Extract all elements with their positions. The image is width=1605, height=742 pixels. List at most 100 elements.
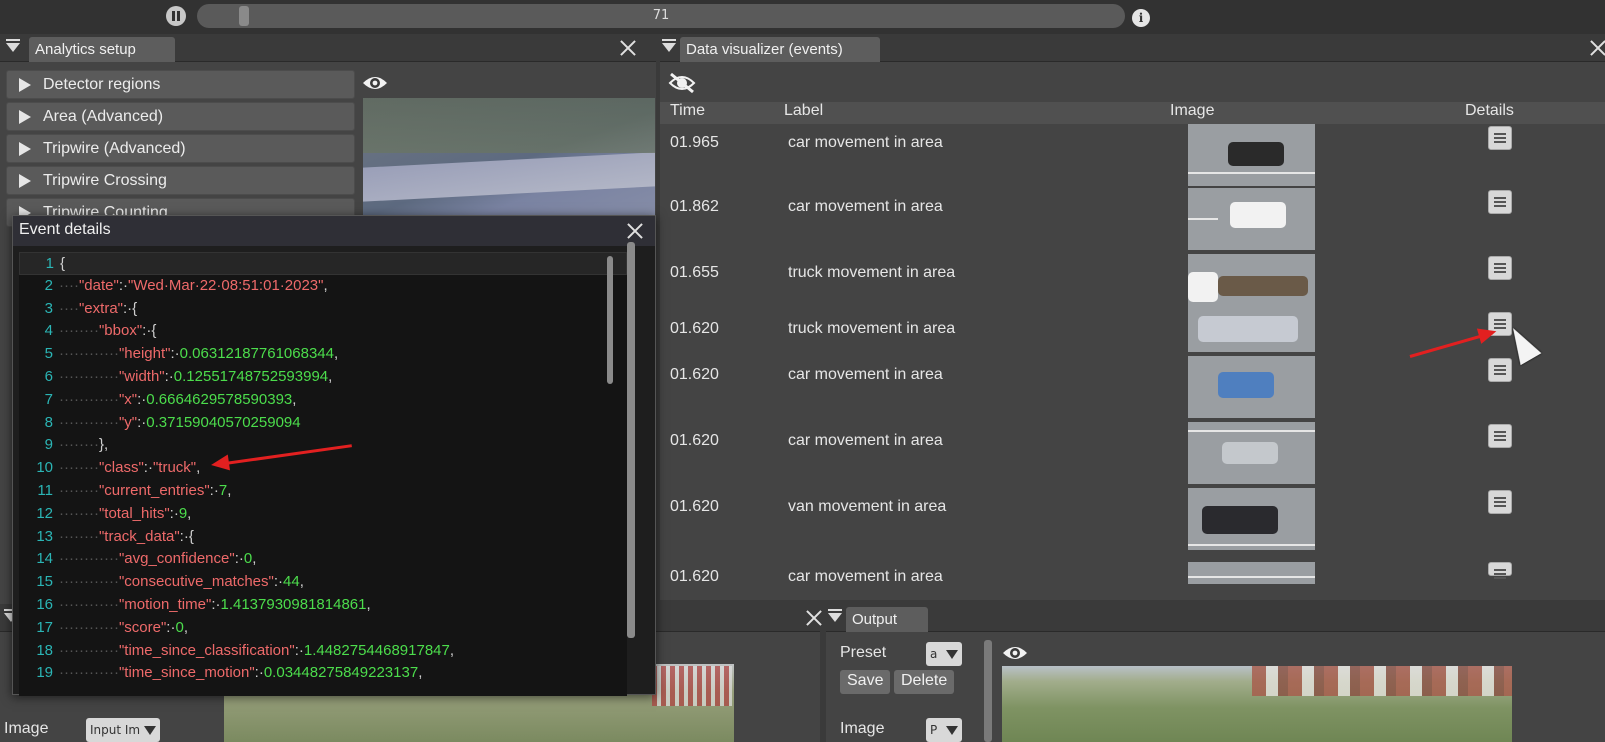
line-number: 3	[44, 299, 53, 317]
section-label: Detector regions	[43, 76, 161, 93]
line-number: 17	[36, 618, 53, 636]
event-thumbnail	[1188, 562, 1315, 584]
code-line: 12 ········"total_hits":·9,	[19, 503, 627, 526]
event-label: car movement in area	[788, 134, 943, 151]
window-scrollbar[interactable]	[627, 242, 635, 638]
line-number: 19	[36, 664, 53, 682]
scrollbar[interactable]	[984, 640, 992, 742]
section-detector-regions[interactable]: Detector regions	[6, 70, 355, 99]
save-button[interactable]: Save	[840, 670, 891, 694]
image-label: Image	[4, 720, 49, 737]
column-header-image[interactable]: Image	[1160, 102, 1455, 124]
eye-off-icon[interactable]	[668, 72, 696, 94]
close-icon[interactable]	[806, 610, 822, 626]
image-label: Image	[840, 720, 885, 737]
event-time: 01.620	[670, 568, 719, 585]
output-panel-header: Output	[826, 604, 1605, 632]
code-text: ········"class":·"truck",	[59, 459, 201, 477]
code-line: 2 ····"date":·"Wed·Mar·22·08:51:01·2023",	[19, 275, 627, 298]
json-viewer[interactable]: 1{2 ····"date":·"Wed·Mar·22·08:51:01·2023…	[19, 252, 627, 696]
preset-select[interactable]: a	[926, 642, 962, 666]
details-icon[interactable]	[1488, 358, 1512, 382]
timeline-slider[interactable]: 71	[197, 4, 1125, 28]
close-icon[interactable]	[620, 40, 636, 56]
preset-label: Preset	[840, 644, 887, 661]
event-thumbnail	[1188, 488, 1315, 550]
code-text: ········"current_entries":·7,	[59, 482, 232, 499]
code-line: 11 ········"current_entries":·7,	[19, 480, 627, 503]
line-number: 14	[36, 550, 53, 568]
code-text: ············"height":·0.0631218776106834…	[59, 345, 339, 363]
line-number: 10	[36, 459, 53, 477]
line-number: 5	[44, 345, 53, 363]
code-line: 13 ········"track_data":·{	[19, 526, 627, 549]
collapse-icon[interactable]	[662, 39, 676, 52]
details-icon[interactable]	[1488, 424, 1512, 448]
event-thumbnail	[1188, 356, 1315, 418]
event-thumbnail	[1188, 308, 1315, 352]
code-text: ············"avg_confidence":·0,	[59, 550, 257, 568]
line-number: 16	[36, 596, 53, 613]
code-text: ········"bbox":·{	[59, 322, 157, 340]
column-header-label[interactable]: Label	[774, 102, 1160, 124]
column-header-time[interactable]: Time	[660, 102, 774, 124]
code-text: ············"time_since_classification":…	[59, 641, 455, 659]
column-header-details[interactable]: Details	[1455, 102, 1605, 124]
line-number: 2	[44, 276, 53, 294]
eye-icon[interactable]	[1002, 644, 1028, 662]
pause-button[interactable]	[166, 6, 186, 26]
event-label: car movement in area	[788, 366, 943, 383]
details-icon[interactable]	[1488, 190, 1512, 214]
code-text: ············"y":·0.37159040570259094	[59, 413, 301, 431]
close-icon[interactable]	[1590, 40, 1605, 56]
line-number: 11	[37, 482, 53, 499]
code-line: 7 ············"x":·0.6664629578590393,	[19, 389, 627, 412]
collapse-icon[interactable]	[6, 39, 20, 52]
tab-analytics-setup[interactable]: Analytics setup	[29, 37, 175, 62]
line-number: 12	[36, 504, 53, 522]
collapse-icon[interactable]	[828, 609, 842, 622]
code-text: ············"motion_time":·1.41379309818…	[59, 596, 371, 613]
info-icon[interactable]: i	[1132, 9, 1150, 27]
line-number: 13	[36, 527, 53, 545]
section-tripwire-advanced[interactable]: Tripwire (Advanced)	[6, 134, 355, 163]
tab-data-visualizer[interactable]: Data visualizer (events)	[680, 37, 880, 62]
code-text: ········"track_data":·{	[59, 527, 194, 545]
event-time: 01.620	[670, 498, 719, 515]
code-text: ····"date":·"Wed·Mar·22·08:51:01·2023",	[59, 276, 328, 294]
output-preview-image	[1002, 666, 1512, 742]
data-visualizer-panel: Data visualizer (events) Time Label Imag…	[660, 34, 1605, 600]
dataviz-panel-header: Data visualizer (events)	[660, 34, 1605, 62]
code-line: 15 ············"consecutive_matches":·44,	[19, 571, 627, 594]
code-text: ········"total_hits":·9,	[59, 504, 192, 522]
eye-icon[interactable]	[362, 74, 388, 92]
details-icon[interactable]	[1488, 256, 1512, 280]
line-number: 1	[45, 255, 54, 272]
close-icon[interactable]	[627, 223, 643, 239]
details-icon[interactable]	[1488, 562, 1512, 576]
section-tripwire-crossing[interactable]: Tripwire Crossing	[6, 166, 355, 195]
delete-button[interactable]: Delete	[894, 670, 955, 694]
event-label: truck movement in area	[788, 264, 956, 281]
expand-icon	[19, 78, 31, 92]
event-details-titlebar[interactable]: Event details	[13, 216, 655, 246]
image-source-select[interactable]: Input Im	[86, 718, 160, 742]
timeline-frame-value: 71	[652, 8, 670, 23]
output-panel: Output Preset a Save Delete Image P	[826, 604, 1605, 742]
section-area-advanced[interactable]: Area (Advanced)	[6, 102, 355, 131]
section-label: Area (Advanced)	[43, 108, 164, 125]
event-time: 01.620	[670, 320, 719, 337]
code-text: ············"x":·0.6664629578590393,	[59, 390, 297, 408]
tab-output[interactable]: Output	[846, 607, 928, 632]
image-select[interactable]: P	[926, 718, 962, 742]
section-label: Tripwire Crossing	[43, 172, 167, 189]
details-icon[interactable]	[1488, 126, 1512, 150]
details-icon[interactable]	[1488, 490, 1512, 514]
event-thumbnail	[1188, 254, 1315, 316]
event-thumbnail	[1188, 188, 1315, 250]
code-line: 1{	[19, 252, 627, 275]
code-line: 14 ············"avg_confidence":·0,	[19, 548, 627, 571]
code-line: 16 ············"motion_time":·1.413793098…	[19, 594, 627, 617]
code-line: 18 ············"time_since_classification…	[19, 640, 627, 663]
code-scrollbar[interactable]	[607, 256, 613, 384]
